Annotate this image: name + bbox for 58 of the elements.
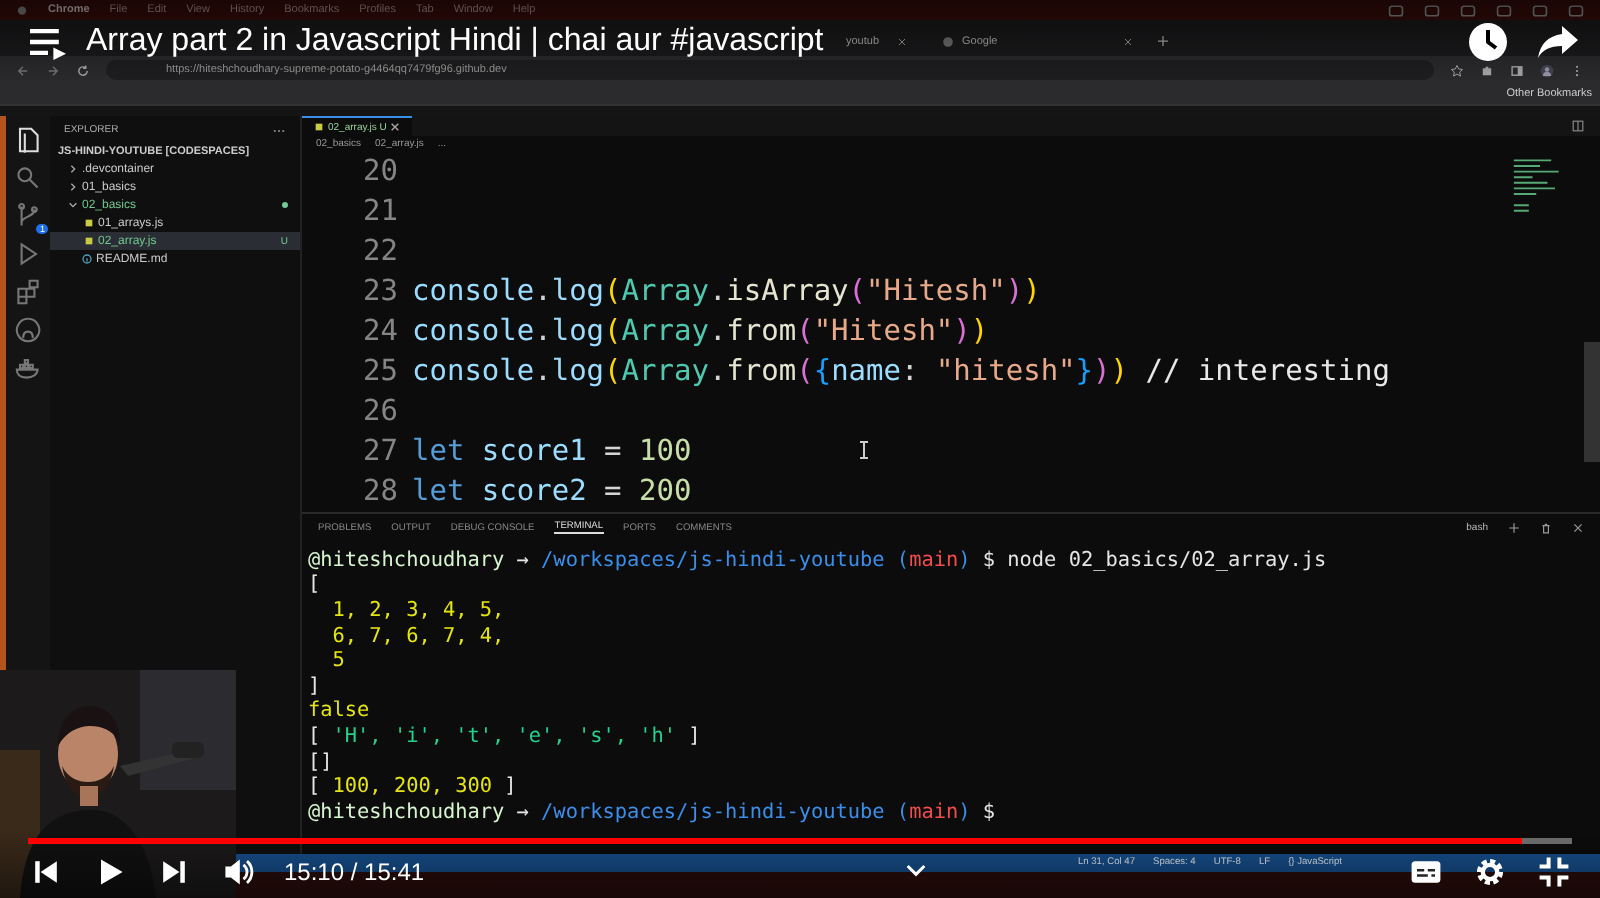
terminal-line: false <box>308 699 372 725</box>
code-line: console.log(Array.isArray("Hitesh")) <box>412 276 1041 308</box>
status-icon[interactable] <box>1388 3 1404 17</box>
line-number: 20 <box>361 156 400 188</box>
terminal-line: ] <box>308 673 323 700</box>
terminal-line: 5 <box>330 648 347 674</box>
close-icon[interactable] <box>1124 38 1132 46</box>
chevron-down-icon[interactable] <box>906 864 927 878</box>
line-number: 24 <box>361 316 400 348</box>
code-line: console.log(Array.from("Hitesh")) <box>412 316 989 348</box>
terminal-line: [ <box>308 573 323 599</box>
extensions-icon[interactable] <box>1480 63 1494 77</box>
star-icon[interactable] <box>1450 63 1464 77</box>
terminal-line: 1, 2, 3, 4, 5, <box>330 598 507 624</box>
scrollbar-thumb[interactable] <box>1584 342 1600 462</box>
time-display: 15:10 / 15:41 <box>284 857 425 885</box>
terminal-line: 6, 7, 6, 7, 4, <box>330 623 507 649</box>
settings-icon[interactable] <box>1472 853 1508 889</box>
status-icon[interactable] <box>1460 3 1476 17</box>
terminal-line: [ 'H', 'i', 't', 'e', 's', 'h' ] <box>308 724 703 750</box>
status-icon[interactable] <box>1496 3 1512 17</box>
share-icon[interactable] <box>1536 24 1580 60</box>
sidebar-icon[interactable] <box>1510 63 1524 77</box>
forward-icon[interactable] <box>46 63 60 77</box>
profile-avatar[interactable] <box>1540 63 1554 77</box>
line-number: 28 <box>361 476 400 508</box>
exit-fullscreen-icon[interactable] <box>1536 853 1572 889</box>
playlist-icon[interactable] <box>26 24 70 60</box>
line-number: 21 <box>361 196 400 228</box>
terminal-line: @hiteshchoudhary → /workspaces/js-hindi-youtube (main) $ node 02_basics/02_array.js <box>308 548 1329 574</box>
code-line: console.log(Array.from({name: "hitesh"})) // interesting <box>412 356 1390 388</box>
file-icon <box>314 122 324 132</box>
clock-icon[interactable] <box>1468 22 1508 62</box>
close-icon[interactable] <box>1572 522 1584 534</box>
code-line: let score2 = 200 <box>412 476 692 508</box>
split-editor-icon[interactable] <box>1572 120 1584 132</box>
line-number: 26 <box>361 396 400 428</box>
back-icon[interactable] <box>16 63 30 77</box>
info-icon <box>82 254 92 264</box>
trash-icon[interactable] <box>1540 522 1552 534</box>
add-terminal-icon[interactable] <box>1508 522 1520 534</box>
terminal-line: [ 100, 200, 300 ] <box>308 774 519 800</box>
line-number: 23 <box>361 276 400 308</box>
close-icon[interactable] <box>898 38 906 46</box>
status-icon[interactable] <box>1424 3 1440 17</box>
code-line: let score1 = 100 <box>412 436 692 468</box>
line-number: 27 <box>361 436 400 468</box>
video-title[interactable]: Array part 2 in Javascript Hindi | chai aur #javascript <box>86 24 824 60</box>
reload-icon[interactable] <box>76 63 90 77</box>
status-icon[interactable] <box>1568 3 1584 17</box>
text-cursor-icon <box>858 440 870 460</box>
line-number: 22 <box>361 236 400 268</box>
terminal-line: [] <box>308 749 335 775</box>
close-icon[interactable] <box>390 122 401 132</box>
terminal-line: @hiteshchoudhary → /workspaces/js-hindi-youtube (main) $ <box>308 799 998 826</box>
line-number: 25 <box>361 356 400 388</box>
status-icon[interactable] <box>1532 3 1548 17</box>
new-tab-icon[interactable] <box>1158 36 1168 46</box>
